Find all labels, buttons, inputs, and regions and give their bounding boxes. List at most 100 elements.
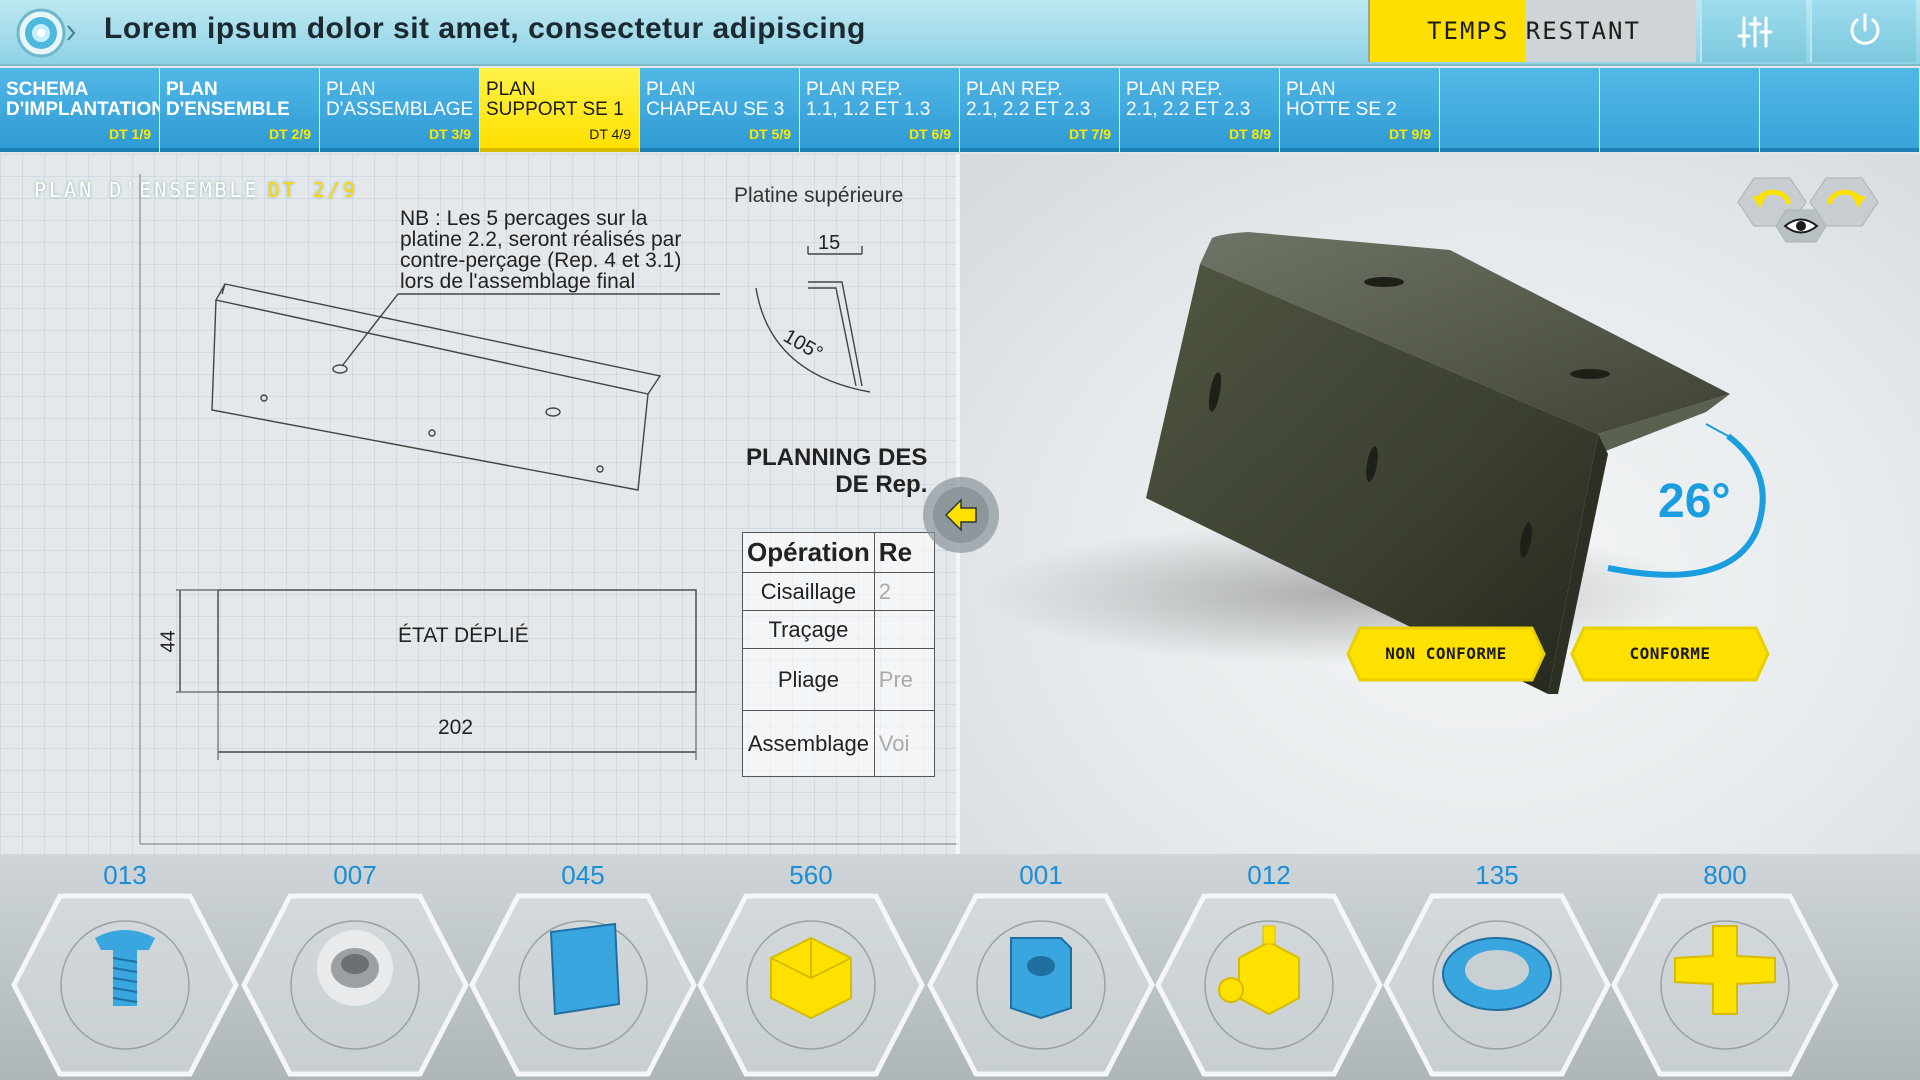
dimension-202: 202 (438, 716, 474, 739)
table-cell: Cisaillage (742, 572, 875, 611)
technical-drawing-panel: PLAN D'ENSEMBLE DT 2/9 NB : Les 5 percage… (0, 154, 958, 854)
non-conforme-label: NON CONFORME (1385, 644, 1507, 663)
swap-arrows-icon (923, 477, 999, 553)
tab-3[interactable]: PLAN D'ASSEMBLAGE DT 3/9 (320, 68, 479, 152)
app-window: Lorem ipsum dolor sit amet, consectetur … (0, 0, 1920, 1080)
power-icon (1850, 13, 1880, 45)
tab-8[interactable]: PLAN REP. 2.1, 2.2 ET 2.3 DT 8/9 (1120, 68, 1279, 152)
tab-label: PLAN REP. 2.1, 2.2 ET 2.3 (1126, 79, 1251, 120)
tab-7[interactable]: PLAN REP. 2.1, 2.2 ET 2.3 DT 7/9 (960, 68, 1119, 152)
table-cell: Pre (873, 648, 935, 711)
swap-panels-button[interactable] (920, 474, 1002, 556)
tab-10[interactable] (1440, 68, 1599, 152)
tab-dt: DT 5/9 (748, 126, 791, 142)
tab-label: PLAN REP. 1.1, 1.2 ET 1.3 (806, 79, 931, 120)
non-conforme-button[interactable]: NON CONFORME (1346, 626, 1546, 682)
table-row: Pliage Pre (742, 648, 935, 711)
settings-button[interactable] (1700, 0, 1806, 62)
time-remaining: TEMPS RESTANT (1368, 0, 1696, 62)
dimension-15: 15 (818, 232, 841, 254)
tab-11[interactable] (1600, 68, 1759, 152)
tab-dt: DT 9/9 (1388, 126, 1431, 142)
table-cell: Voi (873, 710, 935, 777)
dimension-44: 44 (157, 630, 180, 653)
table-cell: 2 (873, 572, 935, 611)
panel-title: PLAN D'ENSEMBLE DT 2/9 (34, 178, 358, 202)
tab-dt: DT 2/9 (268, 126, 311, 142)
tab-label: PLAN D'ASSEMBLAGE (326, 79, 474, 120)
tab-6[interactable]: PLAN REP. 1.1, 1.2 ET 1.3 DT 6/9 (800, 68, 959, 152)
planning-title: PLANNING DES DE Rep. (746, 444, 928, 498)
part-number: 013 (103, 860, 147, 890)
part-item-800[interactable]: 800 (1610, 854, 1840, 1080)
table-header-row: Opération Re (742, 532, 935, 573)
part-item-012[interactable]: 012 (1154, 854, 1384, 1080)
panel-title-dt: DT 2/9 (267, 178, 358, 202)
panel-title-text: PLAN D'ENSEMBLE (34, 178, 260, 202)
tab-dt: DT 1/9 (108, 126, 151, 142)
conforme-button[interactable]: CONFORME (1570, 626, 1770, 682)
tab-dt: DT 4/9 (589, 126, 631, 142)
part-item-045[interactable]: 045 (468, 854, 698, 1080)
document-tabs: SCHEMA D'IMPLANTATION DT 1/9 PLAN D'ENSEMB… (0, 68, 1920, 152)
part-item-013[interactable]: 013 (10, 854, 240, 1080)
view-controls (1728, 172, 1888, 258)
tab-label: PLAN REP. 2.1, 2.2 ET 2.3 (966, 79, 1091, 120)
drawing-note: NB : Les 5 percages sur la platine 2.2, … (400, 207, 682, 293)
parts-bar: 013 007 045 560 001 012 135 800 (0, 854, 1920, 1080)
tab-2[interactable]: PLAN D'ENSEMBLE DT 2/9 (160, 68, 319, 152)
part-item-135[interactable]: 135 (1382, 854, 1612, 1080)
platine-label: Platine supérieure (734, 184, 904, 207)
plate-icon (549, 922, 621, 1016)
part-item-007[interactable]: 007 (240, 854, 470, 1080)
part-number: 007 (333, 860, 377, 890)
header-bar: Lorem ipsum dolor sit amet, consectetur … (0, 0, 1920, 66)
tab-dt: DT 8/9 (1228, 126, 1271, 142)
part-item-560[interactable]: 560 (696, 854, 926, 1080)
tab-label: SCHEMA D'IMPLANTATION (6, 79, 159, 120)
eye-icon[interactable] (1781, 213, 1821, 239)
tab-12[interactable] (1760, 68, 1919, 152)
bend-angle-label: 26° (1658, 475, 1731, 528)
screw-icon (95, 930, 155, 1006)
block-icon (770, 936, 852, 1020)
table-cell: Traçage (742, 610, 875, 649)
tab-9[interactable]: PLAN HOTTE SE 2 DT 9/9 (1280, 68, 1439, 152)
rotate-right-icon[interactable] (1822, 182, 1868, 222)
tab-label: PLAN HOTTE SE 2 (1286, 79, 1397, 120)
tab-dt: DT 6/9 (908, 126, 951, 142)
ring-flange-icon (1442, 937, 1552, 1011)
planning-table: Opération Re Cisaillage 2 Traçage Pliage Pre As… (742, 532, 935, 777)
settings-sliders-icon (1737, 16, 1773, 48)
part-item-001[interactable]: 001 (926, 854, 1156, 1080)
part-number: 560 (789, 860, 833, 890)
part-number: 045 (561, 860, 605, 890)
pipe-connector-icon (317, 930, 393, 1006)
tab-4[interactable]: PLAN SUPPORT SE 1 DT 4/9 (480, 68, 639, 152)
3d-bracket-model (978, 232, 1766, 694)
tab-1[interactable]: SCHEMA D'IMPLANTATION DT 1/9 (0, 68, 159, 152)
logo-icon (16, 8, 76, 58)
table-cell (873, 610, 935, 649)
tab-dt: DT 3/9 (428, 126, 471, 142)
app-title: Lorem ipsum dolor sit amet, consectetur … (104, 12, 866, 45)
tab-dt: DT 7/9 (1068, 126, 1111, 142)
table-cell: Pliage (742, 648, 875, 711)
part-number: 135 (1475, 860, 1519, 890)
part-number: 800 (1703, 860, 1747, 890)
tab-label: PLAN D'ENSEMBLE (166, 79, 290, 120)
power-button[interactable] (1810, 0, 1916, 62)
unfolded-state-label: ÉTAT DÉPLIÉ (398, 624, 529, 647)
tab-label: PLAN SUPPORT SE 1 (486, 79, 624, 120)
part-number: 001 (1019, 860, 1063, 890)
bracket-icon (1010, 937, 1072, 1020)
cross-fitting-icon (1674, 925, 1776, 1015)
junction-box-icon (1218, 925, 1300, 1016)
conforme-label: CONFORME (1629, 644, 1711, 663)
tab-label: PLAN CHAPEAU SE 3 (646, 79, 785, 120)
table-row: Cisaillage 2 (742, 572, 935, 611)
tab-5[interactable]: PLAN CHAPEAU SE 3 DT 5/9 (640, 68, 799, 152)
table-row: Traçage (742, 610, 935, 649)
table-cell: Assemblage (742, 710, 875, 777)
3d-viewer[interactable]: 26° (958, 154, 1920, 854)
